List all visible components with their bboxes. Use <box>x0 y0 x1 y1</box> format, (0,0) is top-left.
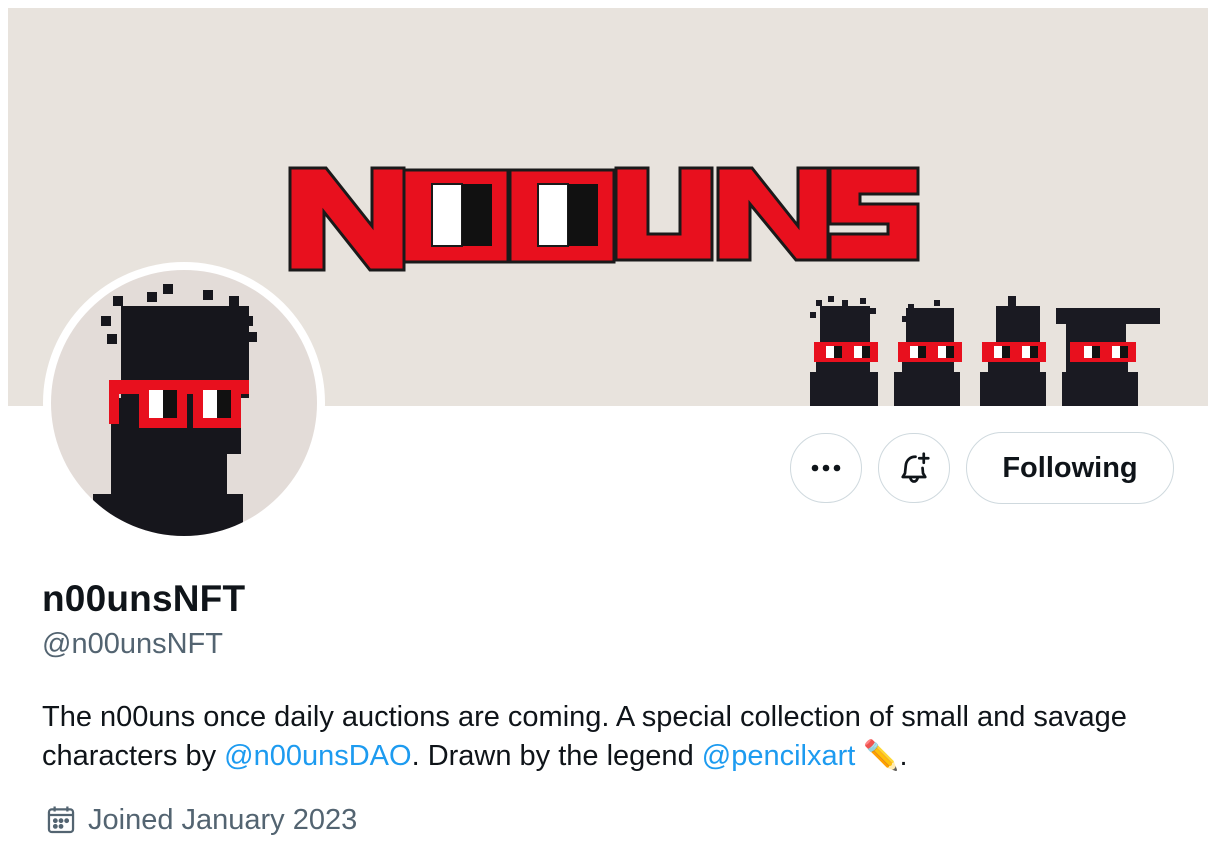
following-label: Following <box>1002 451 1138 484</box>
profile-bio: The n00uns once daily auctions are comin… <box>42 698 1162 776</box>
logo-letter-u <box>614 166 714 262</box>
n00uns-logo <box>288 166 920 272</box>
noun-figure-1 <box>810 296 878 406</box>
display-name: n00unsNFT <box>42 578 246 619</box>
noun-figure-4 <box>1056 308 1160 406</box>
bio-text-2: . Drawn by the legend <box>411 740 702 772</box>
mention-link-n00unsdao[interactable]: @n00unsDAO <box>224 740 411 772</box>
noun-figure-3 <box>980 296 1046 406</box>
bio-text-end: . <box>899 740 908 772</box>
logo-letter-n <box>288 166 406 272</box>
more-horizontal-icon <box>811 464 841 472</box>
profile-page: Following n00unsNFT @n00unsNFT The n00un… <box>8 8 1208 854</box>
joined-text: Joined January 2023 <box>88 803 358 836</box>
logo-letter-o-2 <box>508 168 616 264</box>
profile-avatar[interactable] <box>43 262 325 544</box>
user-handle: @n00unsNFT <box>42 628 223 660</box>
joined-date: Joined January 2023 <box>44 803 357 837</box>
bell-plus-icon <box>901 452 930 483</box>
logo-letter-s <box>828 166 920 262</box>
pencil-emoji: ✏️ <box>863 740 900 772</box>
mention-link-pencilxart[interactable]: @pencilxart <box>702 740 856 772</box>
logo-letter-n-2 <box>716 166 830 262</box>
calendar-icon <box>47 806 75 834</box>
logo-letter-o-1 <box>402 168 510 264</box>
noun-figure-2 <box>894 300 962 406</box>
noun-pixel-avatar-icon <box>51 270 317 536</box>
notifications-button[interactable] <box>878 433 950 503</box>
following-button[interactable]: Following <box>966 432 1174 504</box>
more-button[interactable] <box>790 433 862 503</box>
